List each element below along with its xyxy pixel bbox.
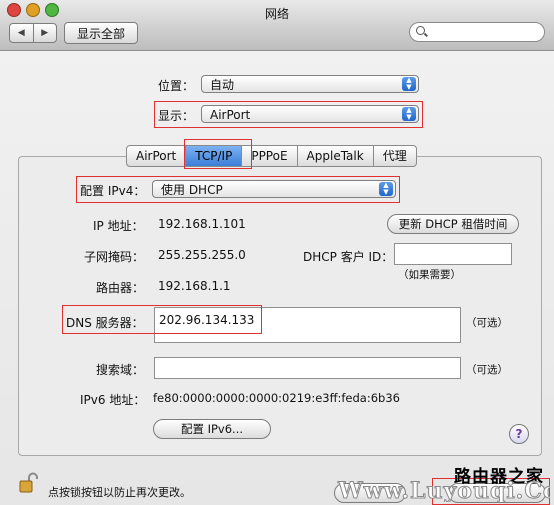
subnet-mask-value: 255.255.255.0 (158, 248, 246, 262)
dhcp-client-id-label: DHCP 客户 ID： (303, 250, 394, 264)
watermark-url: Www.Luyouqi.Com (338, 478, 550, 503)
search-icon (416, 26, 425, 35)
renew-dhcp-button[interactable]: 更新 DHCP 租借时间 (387, 214, 519, 234)
ip-address-value: 192.168.1.101 (158, 217, 246, 231)
lock-icon[interactable] (18, 472, 40, 494)
show-all-button[interactable]: 显示全部 (64, 22, 138, 44)
ip-address-label: IP 地址： (93, 219, 144, 233)
search-field[interactable] (409, 22, 545, 42)
popup-arrows-icon: ▲ ▼ (402, 107, 416, 121)
show-label: 显示： (158, 109, 195, 123)
tab-proxy[interactable]: 代理 (372, 146, 416, 166)
nav-buttons: ◀ ▶ (9, 23, 57, 43)
popup-arrows-icon: ▲ ▼ (379, 182, 393, 196)
dns-servers-label: DNS 服务器： (66, 316, 144, 330)
dhcp-client-id-hint: （如果需要） (398, 269, 461, 281)
router-label: 路由器： (96, 281, 145, 295)
title-bar: 网络 ◀ ▶ 显示全部 (0, 0, 554, 51)
tab-airport[interactable]: AirPort (127, 146, 185, 166)
search-domains-label: 搜索域： (96, 363, 145, 377)
configure-ipv4-label: 配置 IPv4： (80, 184, 146, 198)
dns-optional-hint: （可选） (466, 317, 508, 329)
tab-appletalk[interactable]: AppleTalk (296, 146, 373, 166)
watermark: 路由器之家 Www.Luyouqi.Com (336, 462, 550, 502)
forward-button[interactable]: ▶ (32, 24, 57, 42)
router-value: 192.168.1.1 (158, 279, 231, 293)
configure-ipv4-value: 使用 DHCP (161, 183, 223, 197)
show-value: AirPort (210, 108, 251, 122)
window-title: 网络 (264, 7, 289, 21)
ipv6-address-value: fe80:0000:0000:0000:0219:e3ff:feda:6b36 (153, 391, 400, 405)
location-value: 自动 (210, 78, 235, 92)
location-popup[interactable]: 自动 ▲ ▼ (201, 75, 419, 93)
lock-message: 点按锁按钮以防止再次更改。 (48, 486, 191, 499)
tab-panel (18, 156, 542, 456)
search-domains-field[interactable] (154, 357, 461, 379)
show-popup[interactable]: AirPort ▲ ▼ (201, 105, 419, 123)
dns-server-value: 202.96.134.133 (159, 313, 255, 327)
back-button[interactable]: ◀ (10, 24, 33, 42)
ipv6-address-label: IPv6 地址： (80, 393, 146, 407)
tab-bar: AirPort TCP/IP PPPoE AppleTalk 代理 (126, 145, 417, 167)
tab-tcpip[interactable]: TCP/IP (185, 146, 242, 166)
subnet-mask-label: 子网掩码： (84, 250, 145, 264)
tab-pppoe[interactable]: PPPoE (241, 146, 296, 166)
location-label: 位置： (158, 79, 195, 93)
configure-ipv6-button[interactable]: 配置 IPv6... (153, 419, 271, 439)
configure-ipv4-popup[interactable]: 使用 DHCP ▲ ▼ (152, 180, 396, 198)
popup-arrows-icon: ▲ ▼ (402, 77, 416, 91)
help-button[interactable]: ? (509, 424, 529, 444)
network-preferences-window: 网络 ◀ ▶ 显示全部 位置： 自动 ▲ ▼ 显示： AirPort ▲ ▼ Air… (0, 0, 554, 505)
dhcp-client-id-field[interactable] (394, 243, 512, 265)
search-optional-hint: （可选） (466, 364, 508, 376)
